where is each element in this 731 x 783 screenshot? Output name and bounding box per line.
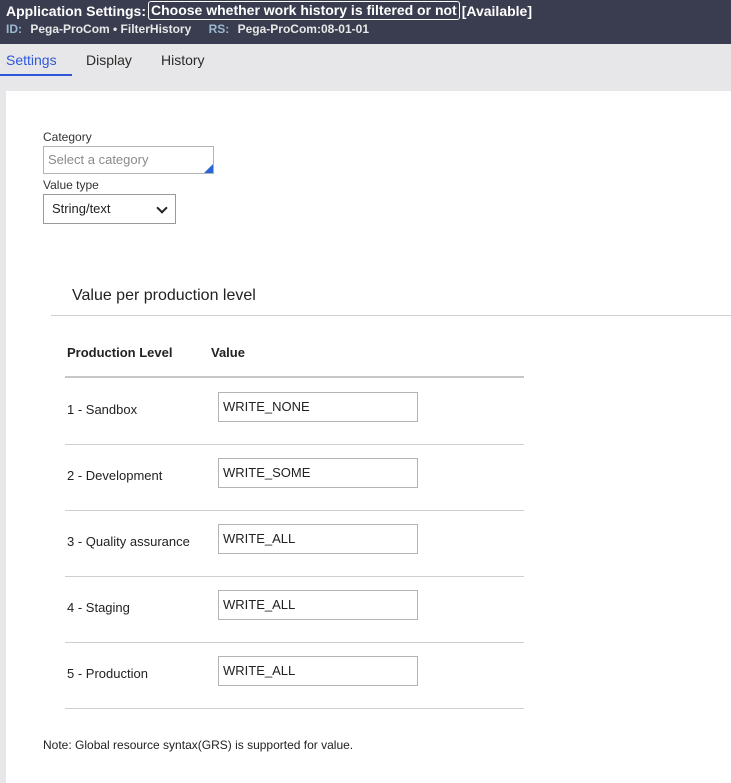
table-row: 5 - Production WRITE_ALL [65,642,524,709]
level-name: 3 - Quality assurance [67,534,190,549]
header-prefix: Application Settings: [6,2,146,19]
category-placeholder: Select a category [48,152,149,167]
autocomplete-corner-icon [204,164,213,173]
availability-status: [Available] [461,2,532,19]
level-value-input[interactable]: WRITE_ALL [218,590,418,620]
table-row: 2 - Development WRITE_SOME [65,444,524,511]
id-label: ID: [6,22,22,36]
level-name: 4 - Staging [67,600,130,615]
table-row: 3 - Quality assurance WRITE_ALL [65,510,524,577]
value-type-selected: String/text [52,201,111,216]
tab-settings[interactable]: Settings [6,52,57,68]
rs-value: Pega-ProCom:08-01-01 [237,22,369,36]
header-title-line: Application Settings: Choose whether wor… [6,1,532,20]
level-value-input[interactable]: WRITE_ALL [218,524,418,554]
chevron-down-icon [156,202,168,214]
settings-panel: Category Select a category Value type St… [6,91,731,783]
value-type-label: Value type [43,178,99,192]
level-value-input[interactable]: WRITE_ALL [218,656,418,686]
category-label: Category [43,130,92,144]
level-name: 2 - Development [67,468,163,483]
active-tab-indicator [0,74,72,76]
level-name: 1 - Sandbox [67,402,138,417]
column-header-level: Production Level [67,345,173,360]
tab-history[interactable]: History [161,52,205,68]
level-value-input[interactable]: WRITE_NONE [218,392,418,422]
section-divider [51,315,731,316]
column-header-value: Value [211,345,245,360]
section-title: Value per production level [72,287,256,304]
level-value-input[interactable]: WRITE_SOME [218,458,418,488]
rule-title[interactable]: Choose whether work history is filtered … [148,1,460,20]
category-input[interactable]: Select a category [43,146,214,174]
header-meta-line: ID: Pega-ProCom • FilterHistory RS: Pega… [6,22,383,36]
table-row: 4 - Staging WRITE_ALL [65,576,524,643]
level-name: 5 - Production [67,666,148,681]
tab-display[interactable]: Display [86,52,132,68]
rs-label: RS: [208,22,230,36]
grs-note: Note: Global resource syntax(GRS) is sup… [43,738,354,752]
table-row: 1 - Sandbox WRITE_NONE [65,378,524,445]
app-header: Application Settings: Choose whether wor… [0,0,731,44]
value-type-select[interactable]: String/text [43,194,176,224]
id-value: Pega-ProCom • FilterHistory [30,22,192,36]
